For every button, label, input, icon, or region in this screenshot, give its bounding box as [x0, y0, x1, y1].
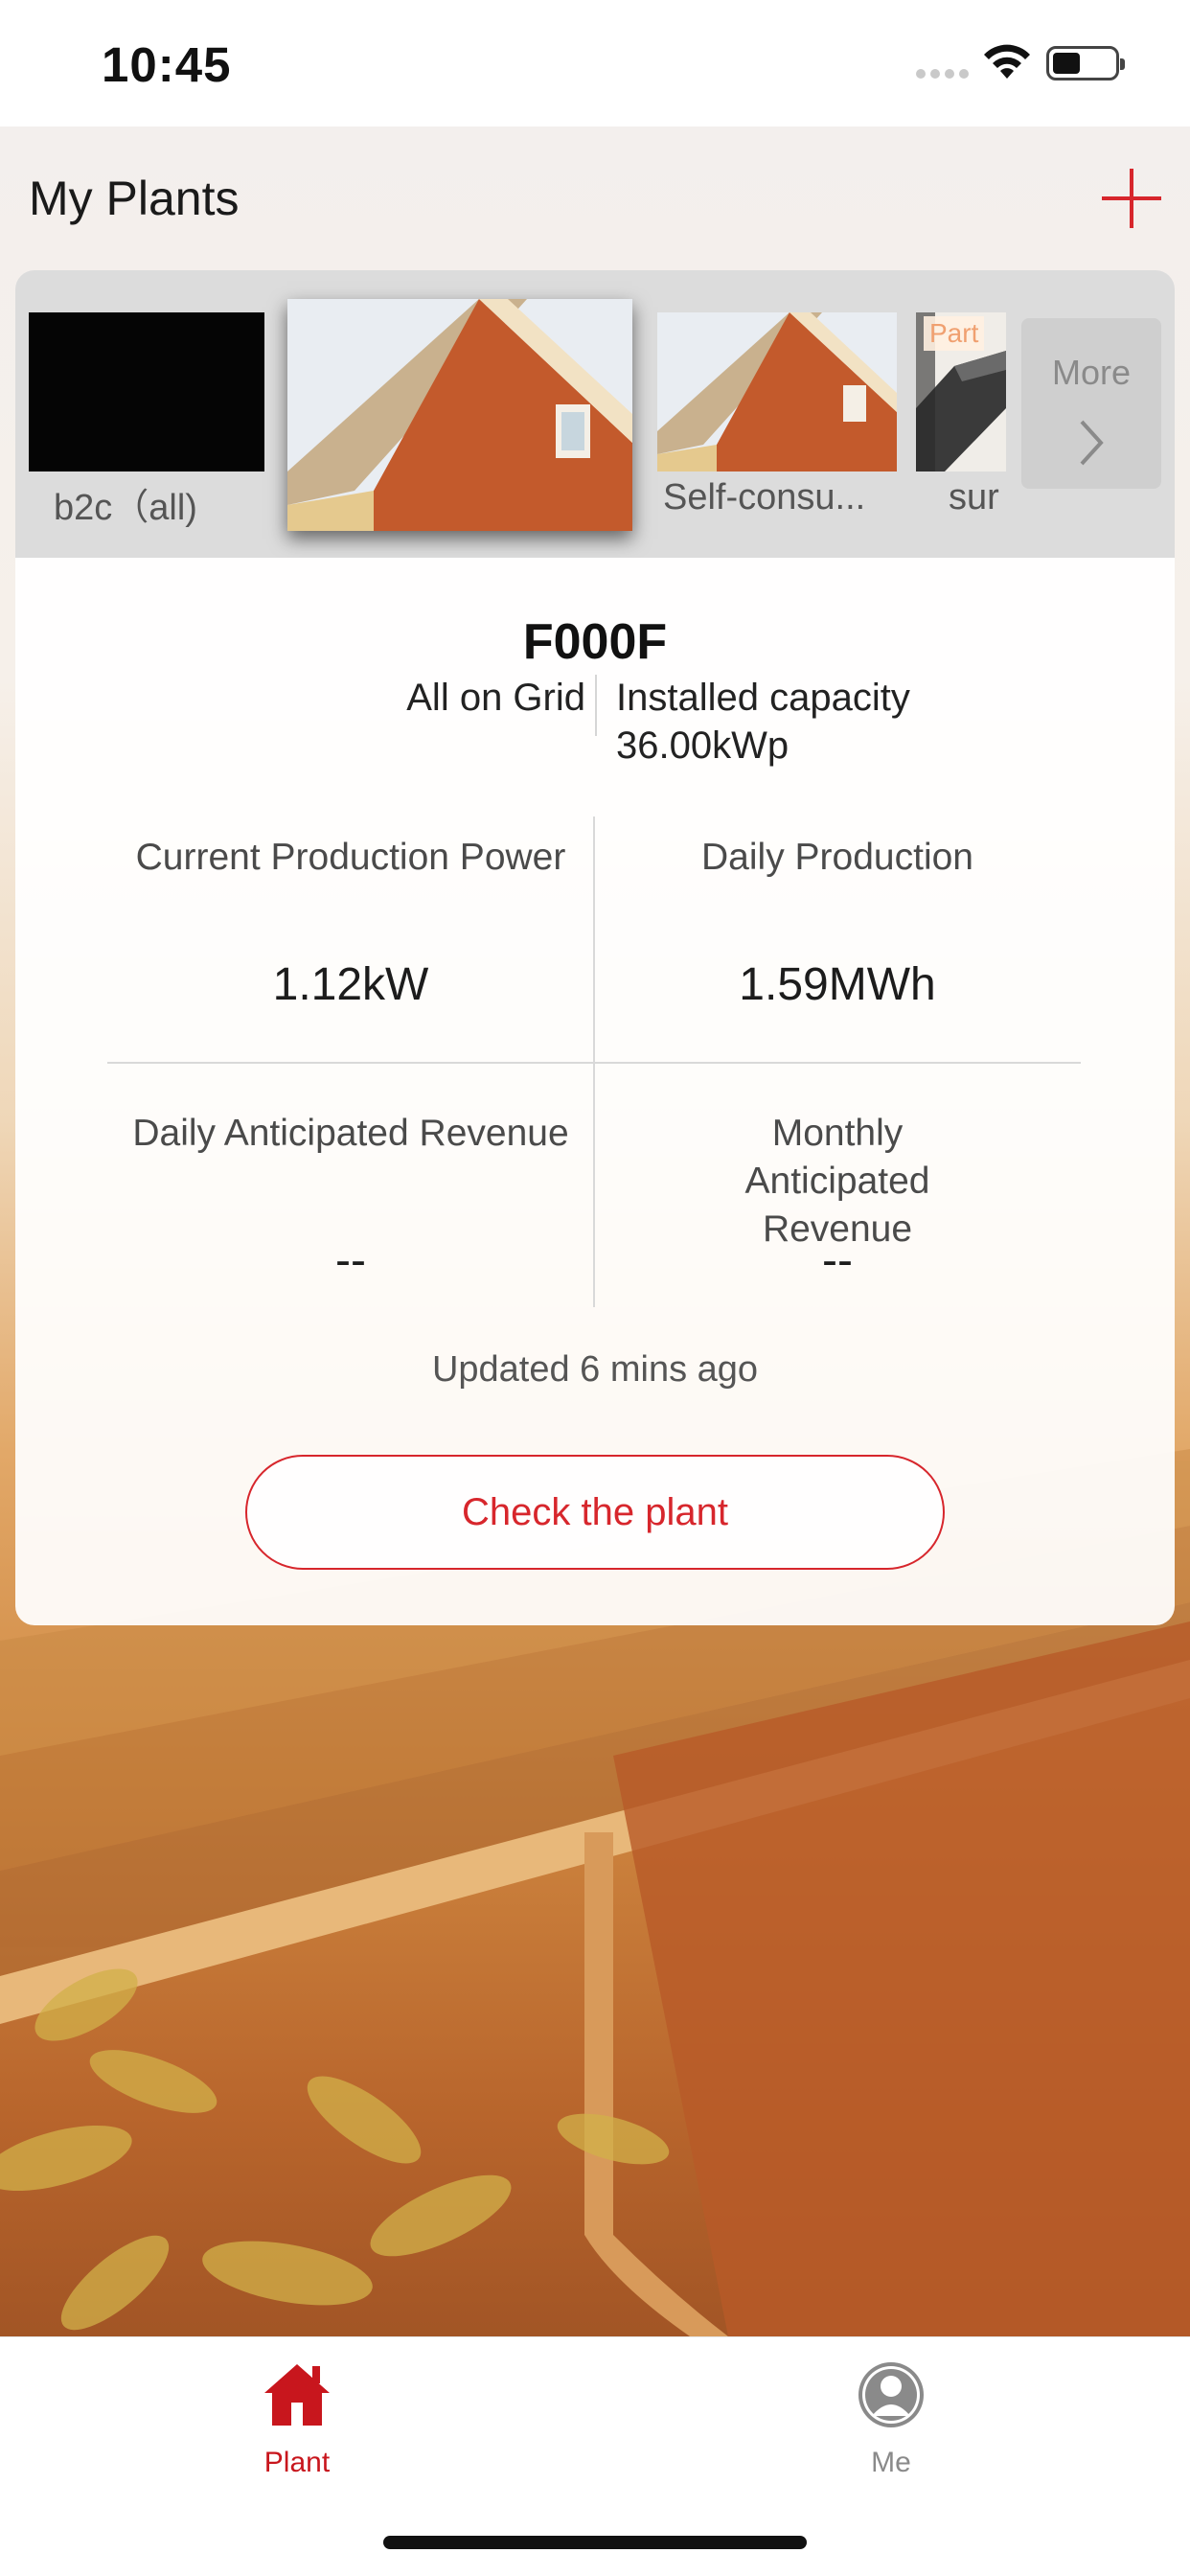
plant-thumb-label: b2c（all)	[54, 488, 197, 528]
home-indicator	[383, 2536, 807, 2549]
signal-icon	[916, 69, 970, 79]
stats-grid: Current Production Power 1.12kW Daily Pr…	[107, 816, 1081, 1307]
home-icon	[264, 2364, 330, 2426]
battery-icon	[1046, 46, 1125, 80]
stat-label: Daily Anticipated Revenue	[132, 1113, 569, 1154]
status-bar: 10:45	[0, 0, 1190, 126]
divider	[595, 675, 597, 736]
plant-name: F000F	[522, 614, 668, 670]
tab-me[interactable]: Me	[795, 2351, 987, 2495]
status-icons	[916, 40, 1127, 82]
tab-label: Plant	[263, 2447, 331, 2478]
status-time: 10:45	[102, 37, 232, 92]
plus-icon	[1102, 169, 1161, 228]
updated-timestamp: Updated 6 mins ago	[431, 1349, 759, 1390]
grid-type: All on Grid	[406, 677, 585, 719]
person-icon	[858, 2362, 924, 2427]
plant-carousel[interactable]: b2c（all) Self-consu... Part sur More	[15, 270, 1175, 558]
stat-monthly-revenue: Monthly Anticipated Revenue --	[594, 1062, 1081, 1307]
chevron-right-icon	[1080, 420, 1104, 466]
stat-daily-production: Daily Production 1.59MWh	[594, 816, 1081, 1062]
stat-value: --	[335, 1235, 366, 1286]
plant-summary-card: F000F All on Grid Installed capacity 36.…	[15, 558, 1175, 1625]
plant-thumb-b2c[interactable]: b2c（all)	[29, 312, 264, 528]
more-plants-button[interactable]: More	[1021, 318, 1161, 489]
plant-image-placeholder	[29, 312, 264, 472]
plant-thumb-label: Self-consu...	[663, 477, 866, 518]
installed-capacity-value: 36.00kWp	[616, 724, 790, 767]
house-roof-photo	[287, 299, 632, 531]
check-plant-button[interactable]: Check the plant	[245, 1455, 945, 1570]
wifi-icon	[984, 44, 1030, 79]
stat-value: 1.59MWh	[739, 959, 936, 1010]
more-label: More	[1051, 353, 1132, 392]
stat-label: Current Production Power	[135, 837, 566, 878]
tab-label: Me	[871, 2447, 911, 2478]
stat-current-power: Current Production Power 1.12kW	[107, 816, 594, 1062]
stat-daily-revenue: Daily Anticipated Revenue --	[107, 1062, 594, 1307]
add-plant-button[interactable]	[1102, 169, 1161, 228]
plant-thumb-label: sur	[949, 477, 999, 518]
tab-plant[interactable]: Plant	[201, 2351, 393, 2495]
stat-label: Monthly Anticipated Revenue	[744, 1113, 930, 1250]
plant-thumb-self-consumption[interactable]: Self-consu...	[657, 312, 897, 518]
stat-value: --	[822, 1235, 853, 1286]
installed-capacity-label: Installed capacity	[616, 677, 910, 719]
plant-thumb-sur[interactable]: Part sur	[916, 312, 1006, 518]
partial-tag: Part	[924, 316, 985, 351]
stat-label: Daily Production	[701, 837, 973, 878]
plant-thumb-selected[interactable]	[287, 299, 632, 531]
page-title: My Plants	[29, 172, 240, 225]
house-roof-photo	[657, 312, 897, 472]
stat-value: 1.12kW	[272, 959, 429, 1010]
